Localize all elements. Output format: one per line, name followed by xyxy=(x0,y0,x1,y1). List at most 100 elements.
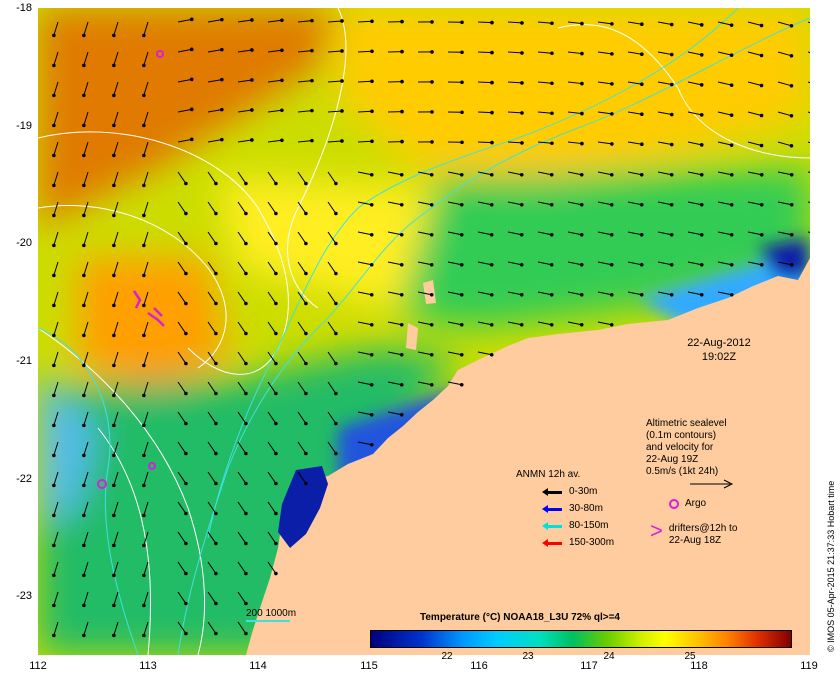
velocity-arrow-head xyxy=(142,33,146,38)
contour-legend-label: 200 1000m xyxy=(246,608,297,619)
velocity-arrow-head xyxy=(214,181,218,186)
velocity-arrow-head xyxy=(184,391,188,396)
velocity-arrow-head xyxy=(369,202,374,207)
velocity-arrow-head xyxy=(220,77,224,82)
velocity-arrow-head xyxy=(699,202,704,207)
velocity-arrow-head xyxy=(244,631,248,636)
velocity-arrow-head xyxy=(184,241,188,246)
velocity-arrow xyxy=(477,141,493,144)
velocity-arrow-head xyxy=(112,33,116,38)
velocity-arrow-head xyxy=(370,79,374,84)
velocity-arrow-head xyxy=(580,21,584,26)
velocity-arrow-head xyxy=(274,571,278,576)
velocity-arrow-head xyxy=(609,262,614,267)
velocity-arrow-head xyxy=(184,181,188,186)
velocity-arrow-head xyxy=(52,273,56,278)
velocity-arrow-head xyxy=(550,141,554,146)
velocity-arrow-head xyxy=(184,361,188,366)
velocity-arrow-head xyxy=(274,361,278,366)
velocity-arrow-head xyxy=(669,232,674,237)
velocity-arrow-head xyxy=(112,213,116,218)
velocity-arrow-head xyxy=(244,301,248,306)
velocity-arrow-head xyxy=(789,232,794,237)
velocity-arrow-head xyxy=(369,352,374,357)
velocity-arrow-head xyxy=(640,22,644,27)
velocity-arrow-head xyxy=(460,140,464,145)
velocity-arrow-head xyxy=(112,573,116,578)
arrow-icon xyxy=(542,521,562,530)
velocity-arrow xyxy=(477,21,493,24)
velocity-arrow-head xyxy=(610,112,614,116)
velocity-arrow-head xyxy=(214,601,218,606)
velocity-arrow-head xyxy=(82,33,86,38)
velocity-arrow-head xyxy=(184,301,188,306)
velocity-arrow-head xyxy=(609,322,614,327)
lat-tick-label: -22 xyxy=(16,473,32,485)
velocity-arrow-head xyxy=(490,140,494,145)
velocity-arrow-head xyxy=(112,423,116,428)
velocity-arrow-head xyxy=(550,81,554,86)
velocity-arrow-head xyxy=(490,20,494,25)
velocity-arrow-head xyxy=(489,322,494,327)
velocity-arrow-head xyxy=(274,451,278,456)
velocity-arrow-head xyxy=(580,141,584,146)
velocity-arrow-head xyxy=(112,363,116,368)
velocity-arrow-head xyxy=(550,111,554,116)
velocity-arrow-head xyxy=(699,113,704,117)
velocity-arrow-head xyxy=(220,137,224,142)
velocity-arrow-head xyxy=(789,84,794,88)
velocity-arrow-head xyxy=(759,113,764,118)
velocity-arrow-head xyxy=(579,292,584,297)
velocity-arrow-head xyxy=(669,172,674,177)
velocity-arrow xyxy=(477,51,493,54)
velocity-arrow-head xyxy=(369,292,374,297)
sst-map[interactable] xyxy=(38,8,810,655)
velocity-arrow-head xyxy=(370,109,374,114)
altimetric-line: and velocity for xyxy=(646,442,714,453)
velocity-arrow-head xyxy=(334,391,338,396)
velocity-arrow-head xyxy=(82,483,86,488)
velocity-arrow-head xyxy=(334,451,338,456)
velocity-arrow-head xyxy=(580,81,584,86)
velocity-arrow-head xyxy=(280,78,284,83)
velocity-arrow-head xyxy=(459,322,464,327)
velocity-arrow-head xyxy=(310,78,314,83)
velocity-arrow-head xyxy=(669,52,674,57)
velocity-arrow-head xyxy=(429,202,434,207)
legend-label: 80-150m xyxy=(569,520,609,531)
velocity-arrow-head xyxy=(489,262,494,267)
velocity-arrow-head xyxy=(789,54,794,58)
drifter-line: 22-Aug 18Z xyxy=(668,535,722,546)
velocity-arrow-head xyxy=(274,331,278,336)
velocity-arrow-head xyxy=(184,331,188,336)
velocity-arrow-head xyxy=(520,81,524,85)
velocity-arrow-head xyxy=(400,19,404,24)
velocity-arrow-head xyxy=(459,172,464,177)
velocity-arrow-head xyxy=(112,243,116,248)
velocity-arrow-head xyxy=(340,139,344,143)
velocity-arrow-head xyxy=(52,123,56,128)
velocity-arrow-head xyxy=(669,202,674,207)
velocity-arrow-head xyxy=(52,363,56,368)
velocity-arrow-head xyxy=(699,53,704,57)
arrow-icon xyxy=(542,504,562,513)
velocity-arrow-head xyxy=(184,571,188,576)
velocity-arrow-head xyxy=(460,50,464,55)
velocity-arrow-head xyxy=(399,232,404,237)
velocity-arrow-head xyxy=(220,17,224,22)
velocity-arrow-head xyxy=(430,110,434,114)
velocity-arrow-head xyxy=(142,213,146,218)
velocity-arrow-head xyxy=(142,573,146,578)
velocity-arrow-head xyxy=(459,262,464,267)
contour-legend-line xyxy=(246,620,290,622)
velocity-arrow-head xyxy=(519,322,524,327)
velocity-arrow-head xyxy=(304,421,308,426)
velocity-arrow-head xyxy=(759,83,764,88)
velocity-arrow-head xyxy=(52,513,56,518)
velocity-arrow-head xyxy=(334,181,338,186)
velocity-arrow-head xyxy=(184,541,188,546)
drifter-chevron-icon: > xyxy=(650,518,663,543)
velocity-arrow-head xyxy=(399,352,404,357)
velocity-arrow-head xyxy=(274,391,278,396)
velocity-arrow-head xyxy=(250,78,254,82)
